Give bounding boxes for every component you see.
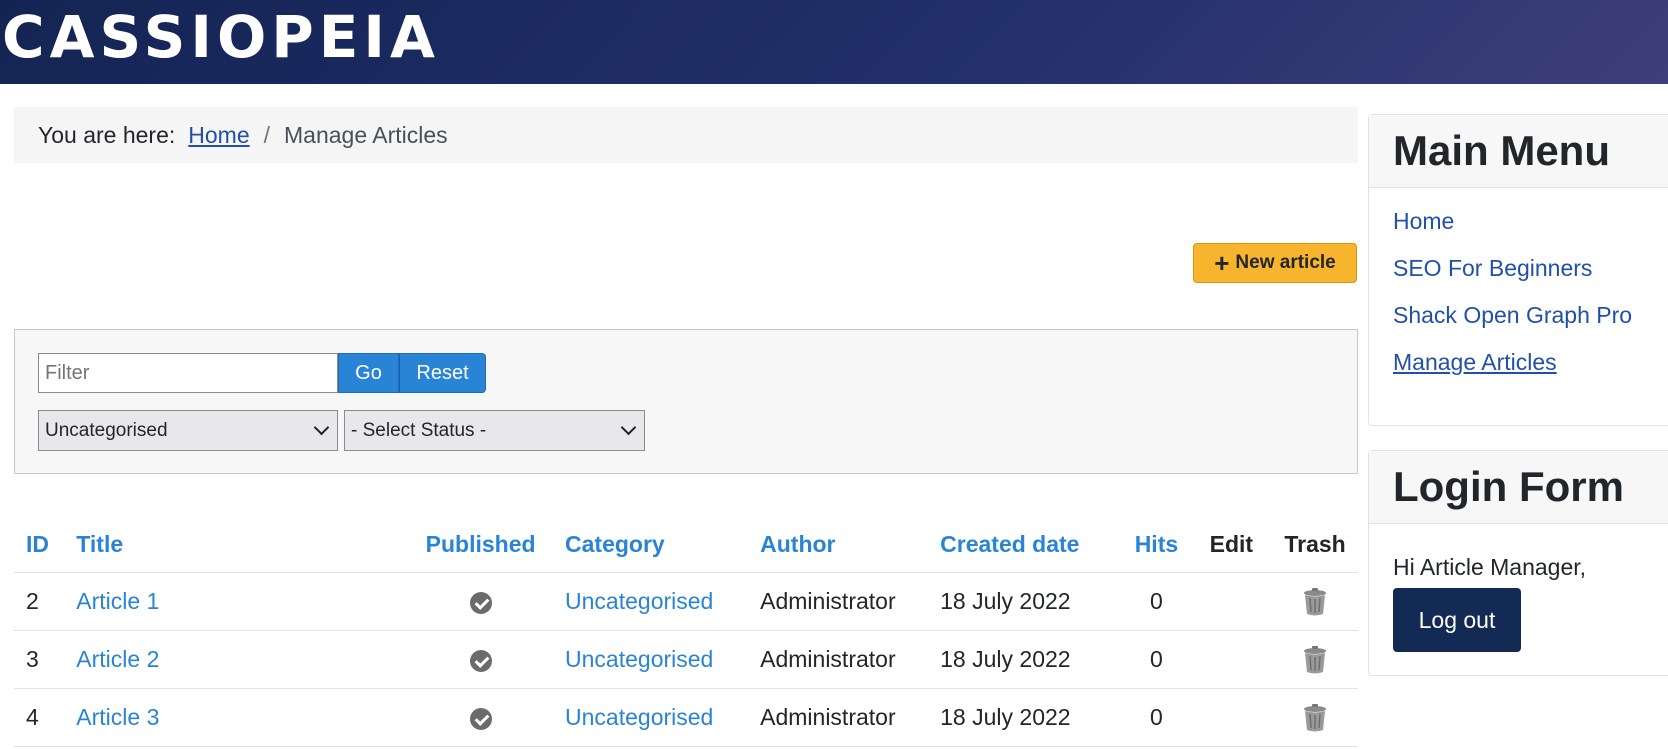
login-greeting: Hi Article Manager,	[1393, 554, 1587, 580]
site-brand[interactable]: CASSIOPEIA	[2, 2, 440, 72]
article-title-link[interactable]: Article 3	[76, 704, 159, 730]
logout-button[interactable]: Log out	[1393, 588, 1521, 652]
column-header-hits[interactable]: Hits	[1115, 517, 1198, 573]
breadcrumb-home-link[interactable]: Home	[188, 122, 249, 149]
category-link[interactable]: Uncategorised	[565, 646, 713, 672]
category-select[interactable]: Uncategorised	[38, 410, 338, 451]
category-link[interactable]: Uncategorised	[565, 704, 713, 730]
column-header-category[interactable]: Category	[553, 517, 749, 573]
trash-icon[interactable]	[1302, 587, 1328, 616]
filter-panel: Go Reset Uncategorised - Select Status -	[14, 329, 1358, 474]
cell-edit	[1197, 572, 1273, 631]
column-header-trash: Trash	[1272, 517, 1358, 573]
reset-button[interactable]: Reset	[399, 353, 486, 393]
cell-created-date: 18 July 2022	[928, 630, 1116, 689]
column-header-created-date[interactable]: Created date	[928, 517, 1116, 573]
published-check-icon[interactable]	[469, 591, 492, 614]
menu-item-shack-open-graph-pro[interactable]: Shack Open Graph Pro	[1393, 300, 1668, 347]
cell-created-date: 18 July 2022	[928, 688, 1116, 747]
login-form-module: Login Form Hi Article Manager, Log out	[1368, 450, 1668, 676]
category-select-value: Uncategorised	[45, 419, 168, 441]
table-row: 2 Article 1 Uncategorised Administrator …	[14, 572, 1358, 631]
published-check-icon[interactable]	[469, 649, 492, 672]
article-title-link[interactable]: Article 1	[76, 588, 159, 614]
chevron-down-icon	[313, 419, 330, 436]
menu-item-manage-articles[interactable]: Manage Articles	[1393, 347, 1668, 394]
plus-icon: +	[1214, 248, 1230, 278]
new-article-button[interactable]: + New article	[1193, 243, 1357, 283]
site-header: CASSIOPEIA	[0, 0, 1668, 84]
filter-input[interactable]	[38, 353, 338, 393]
category-link[interactable]: Uncategorised	[565, 588, 713, 614]
table-header-row: ID Title Published Category Author Creat…	[14, 517, 1358, 573]
table-row: 4 Article 3 Uncategorised Administrator …	[14, 688, 1358, 747]
menu-item-seo-for-beginners[interactable]: SEO For Beginners	[1393, 253, 1668, 300]
cell-id: 2	[14, 572, 65, 631]
table-row: 3 Article 2 Uncategorised Administrator …	[14, 630, 1358, 689]
column-header-id[interactable]: ID	[14, 517, 65, 573]
column-header-title[interactable]: Title	[64, 517, 409, 573]
article-title-link[interactable]: Article 2	[76, 646, 159, 672]
go-button[interactable]: Go	[338, 353, 399, 393]
column-header-published[interactable]: Published	[408, 517, 554, 573]
cell-edit	[1197, 688, 1273, 747]
cell-hits: 0	[1115, 630, 1198, 689]
articles-table: ID Title Published Category Author Creat…	[14, 517, 1358, 747]
breadcrumb-separator: /	[263, 121, 271, 148]
cell-hits: 0	[1115, 572, 1198, 631]
chevron-down-icon	[620, 419, 637, 436]
cell-author: Administrator	[748, 572, 929, 631]
column-header-author[interactable]: Author	[748, 517, 929, 573]
new-article-label: New article	[1235, 252, 1336, 273]
breadcrumb-current: Manage Articles	[284, 121, 448, 148]
trash-icon[interactable]	[1302, 703, 1328, 732]
trash-icon[interactable]	[1302, 645, 1328, 674]
published-check-icon[interactable]	[469, 707, 492, 730]
menu-item-home[interactable]: Home	[1393, 206, 1668, 253]
cell-hits: 0	[1115, 688, 1198, 747]
status-select[interactable]: - Select Status -	[344, 410, 645, 451]
main-menu-list: Home SEO For Beginners Shack Open Graph …	[1369, 188, 1668, 394]
cell-id: 3	[14, 630, 65, 689]
cell-id: 4	[14, 688, 65, 747]
status-select-value: - Select Status -	[351, 419, 487, 441]
login-form-title: Login Form	[1369, 451, 1668, 524]
main-menu-module: Main Menu Home SEO For Beginners Shack O…	[1368, 114, 1668, 426]
cell-author: Administrator	[748, 688, 929, 747]
column-header-edit: Edit	[1197, 517, 1273, 573]
cell-created-date: 18 July 2022	[928, 572, 1116, 631]
cell-edit	[1197, 630, 1273, 689]
cell-author: Administrator	[748, 630, 929, 689]
breadcrumb-prefix: You are here:	[38, 121, 176, 148]
main-menu-title: Main Menu	[1369, 115, 1668, 188]
breadcrumb: You are here: Home / Manage Articles	[14, 107, 1358, 163]
